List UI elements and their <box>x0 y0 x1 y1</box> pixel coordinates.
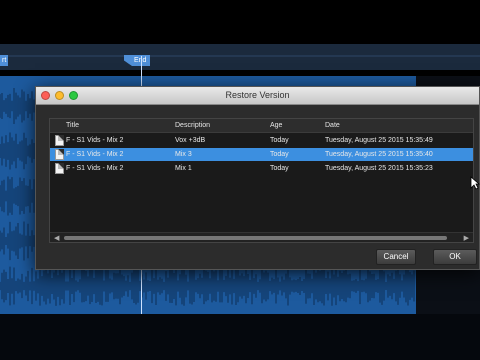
start-marker[interactable]: rt <box>0 55 8 66</box>
row-date: Tuesday, August 25 2015 15:35:49 <box>325 137 433 144</box>
column-header-date[interactable]: Date <box>325 122 340 129</box>
row-date: Tuesday, August 25 2015 15:35:40 <box>325 151 433 158</box>
row-title: F - S1 Vids - Mix 2 <box>66 165 124 172</box>
ok-button[interactable]: OK <box>433 249 477 265</box>
document-icon <box>55 163 64 174</box>
scroll-thumb[interactable] <box>64 236 447 240</box>
table-row[interactable]: F - S1 Vids - Mix 2 Mix 1 Today Tuesday,… <box>50 162 473 175</box>
mouse-cursor-icon <box>470 176 480 190</box>
row-age: Today <box>270 151 289 158</box>
timeline-grid <box>0 55 480 57</box>
dialog-title: Restore Version <box>225 90 290 100</box>
version-table: Title Description Age Date F - S1 Vids -… <box>49 118 474 243</box>
cancel-button[interactable]: Cancel <box>376 249 416 265</box>
table-row[interactable]: F - S1 Vids - Mix 2 Vox +3dB Today Tuesd… <box>50 134 473 147</box>
row-title: F - S1 Vids - Mix 2 <box>66 151 124 158</box>
horizontal-scrollbar[interactable]: ◀ ▶ <box>50 232 473 242</box>
row-description: Vox +3dB <box>175 137 206 144</box>
bottom-track-strip <box>0 314 480 360</box>
row-title: F - S1 Vids - Mix 2 <box>66 137 124 144</box>
table-header: Title Description Age Date <box>50 119 473 133</box>
document-icon <box>55 135 64 146</box>
restore-version-dialog: Restore Version Title Description Age Da… <box>35 86 480 270</box>
table-row[interactable]: F - S1 Vids - Mix 2 Mix 3 Today Tuesday,… <box>50 148 473 161</box>
scroll-right-arrow-icon[interactable]: ▶ <box>464 234 469 242</box>
dialog-titlebar[interactable]: Restore Version <box>36 87 479 105</box>
column-header-age[interactable]: Age <box>270 122 282 129</box>
row-description: Mix 3 <box>175 151 192 158</box>
row-description: Mix 1 <box>175 165 192 172</box>
row-age: Today <box>270 137 289 144</box>
column-header-description[interactable]: Description <box>175 122 210 129</box>
scroll-left-arrow-icon[interactable]: ◀ <box>54 234 59 242</box>
row-date: Tuesday, August 25 2015 15:35:23 <box>325 165 433 172</box>
document-icon <box>55 149 64 160</box>
row-age: Today <box>270 165 289 172</box>
column-header-title[interactable]: Title <box>66 122 79 129</box>
